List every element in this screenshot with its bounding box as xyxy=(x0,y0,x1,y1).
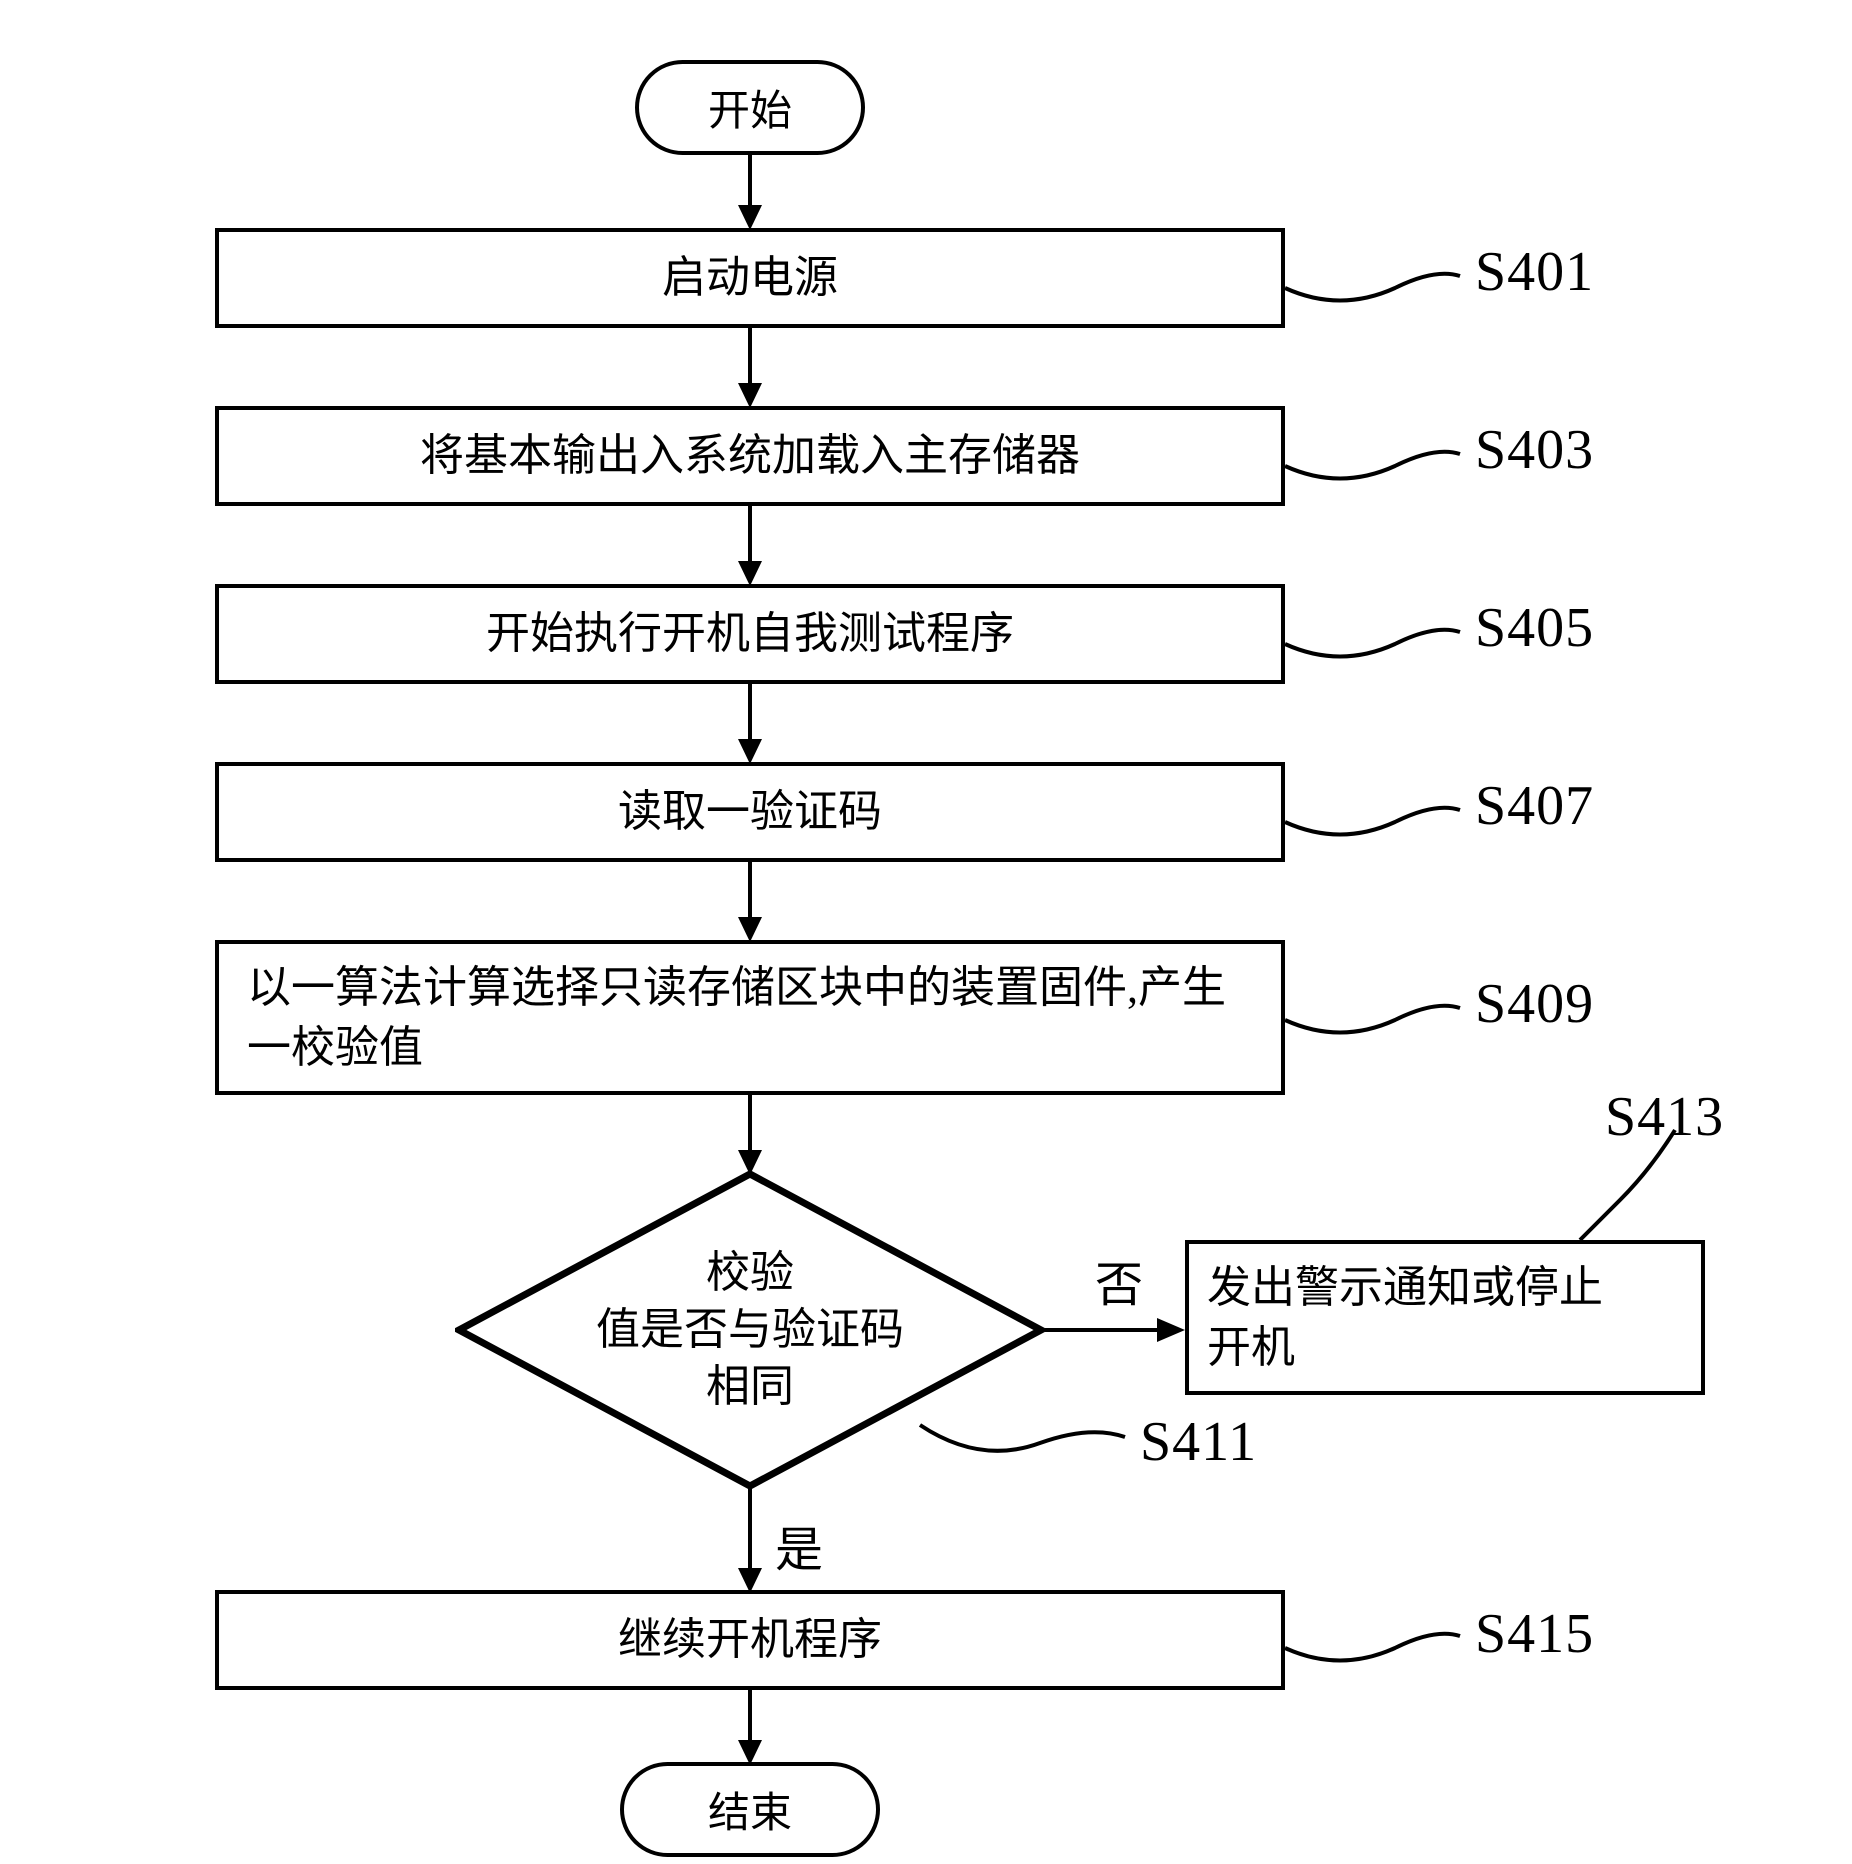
decision-line1: 校验 xyxy=(596,1244,904,1301)
process-s405-text: 开始执行开机自我测试程序 xyxy=(486,604,1014,663)
process-s407-text: 读取一验证码 xyxy=(618,782,882,841)
label-s401: S401 xyxy=(1475,240,1594,304)
leader-s401 xyxy=(1285,258,1460,308)
process-s403: 将基本输出入系统加载入主存储器 xyxy=(215,406,1285,506)
terminator-end: 结束 xyxy=(620,1762,880,1857)
process-s407: 读取一验证码 xyxy=(215,762,1285,862)
label-s409: S409 xyxy=(1475,972,1594,1036)
label-s411: S411 xyxy=(1140,1410,1257,1474)
process-s409: 以一算法计算选择只读存储区块中的装置固件,产生一校验值 xyxy=(215,940,1285,1095)
arrow-start-s401 xyxy=(736,155,764,230)
label-s415: S415 xyxy=(1475,1602,1594,1666)
label-s405: S405 xyxy=(1475,596,1594,660)
terminator-start: 开始 xyxy=(635,60,865,155)
arrow-s407-s409 xyxy=(736,862,764,942)
decision-s411-text: 校验 值是否与验证码 相同 xyxy=(596,1244,904,1416)
branch-yes: 是 xyxy=(775,1510,823,1580)
leader-s413 xyxy=(1580,1130,1700,1240)
leader-s409 xyxy=(1285,990,1460,1040)
process-s405: 开始执行开机自我测试程序 xyxy=(215,584,1285,684)
arrow-s409-s411 xyxy=(736,1095,764,1175)
process-s413: 发出警示通知或停止 开机 xyxy=(1185,1240,1705,1395)
process-s401: 启动电源 xyxy=(215,228,1285,328)
label-s407: S407 xyxy=(1475,774,1594,838)
terminator-end-label: 结束 xyxy=(708,1779,792,1840)
arrow-s411-no xyxy=(1045,1316,1185,1344)
leader-s411 xyxy=(920,1415,1125,1470)
label-s403: S403 xyxy=(1475,418,1594,482)
branch-no: 否 xyxy=(1095,1245,1143,1315)
process-s401-text: 启动电源 xyxy=(662,248,838,307)
arrow-s401-s403 xyxy=(736,328,764,408)
arrow-s411-yes xyxy=(736,1488,764,1593)
leader-s407 xyxy=(1285,792,1460,842)
decision-line2: 值是否与验证码 xyxy=(596,1301,904,1358)
process-s415: 继续开机程序 xyxy=(215,1590,1285,1690)
arrow-s403-s405 xyxy=(736,506,764,586)
decision-line3: 相同 xyxy=(596,1359,904,1416)
s413-line1: 发出警示通知或停止 xyxy=(1207,1258,1603,1317)
s413-line2: 开机 xyxy=(1207,1318,1603,1377)
leader-s403 xyxy=(1285,436,1460,486)
leader-s415 xyxy=(1285,1618,1460,1668)
process-s403-text: 将基本输出入系统加载入主存储器 xyxy=(420,426,1080,485)
process-s413-text: 发出警示通知或停止 开机 xyxy=(1207,1258,1603,1377)
arrow-s415-end xyxy=(736,1690,764,1765)
terminator-start-label: 开始 xyxy=(708,77,792,138)
process-s409-text: 以一算法计算选择只读存储区块中的装置固件,产生一校验值 xyxy=(247,958,1253,1077)
leader-s405 xyxy=(1285,614,1460,664)
process-s415-text: 继续开机程序 xyxy=(618,1610,882,1669)
arrow-s405-s407 xyxy=(736,684,764,764)
flowchart-diagram: 开始 启动电源 S401 将基本输出入系统加载入主存储器 S403 开始执行开机… xyxy=(0,0,1852,1864)
